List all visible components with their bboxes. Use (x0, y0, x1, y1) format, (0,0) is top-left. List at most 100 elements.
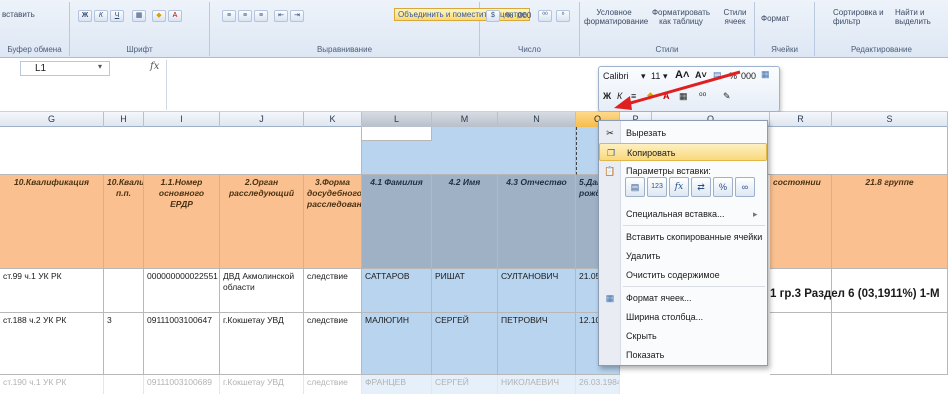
menu-item-insert-copied[interactable]: Вставить скопированные ячейки (599, 228, 767, 246)
table-cell[interactable]: ст.190 ч.1 УК РК (0, 375, 104, 394)
formula-input[interactable] (166, 60, 946, 110)
table-cell[interactable] (832, 269, 948, 313)
header-s[interactable]: 21.8 группе (832, 175, 948, 269)
paste-icon[interactable]: ▤ (625, 177, 645, 197)
table-cell[interactable]: 26.03.1984 (576, 375, 620, 394)
table-cell[interactable]: ДВД Акмолинской области (220, 269, 304, 313)
table-cell[interactable] (770, 269, 832, 313)
table-cell[interactable]: МАЛЮГИН (362, 313, 432, 375)
column-header-k[interactable]: K (304, 112, 362, 127)
table-cell[interactable]: СЕРГЕЙ (432, 313, 498, 375)
mini-bold-button[interactable]: Ж (603, 91, 611, 101)
table-cell[interactable] (832, 313, 948, 375)
table-cell[interactable]: следствие (304, 375, 362, 394)
decrease-indent-icon[interactable]: ⇤ (274, 10, 288, 22)
table-cell[interactable]: ПЕТРОВИЧ (498, 313, 576, 375)
table-cell[interactable] (104, 375, 144, 394)
menu-item-label: Параметры вставки: (626, 166, 711, 176)
conditional-format-button[interactable]: Условное форматирование (584, 8, 648, 26)
table-cell[interactable]: 09111003100647 (144, 313, 220, 375)
menu-item-delete[interactable]: Удалить (599, 247, 767, 265)
underline-button[interactable]: Ч (110, 10, 124, 22)
transpose-icon[interactable]: ⇄ (691, 177, 711, 197)
thousands-button[interactable]: 000 (518, 11, 531, 20)
table-cell[interactable]: СЕРГЕЙ (432, 375, 498, 394)
table-cell[interactable] (104, 269, 144, 313)
table-cell[interactable]: следствие (304, 313, 362, 375)
column-header-m[interactable]: M (432, 112, 498, 127)
table-cell[interactable]: ст.188 ч.2 УК РК (0, 313, 104, 375)
header-l[interactable]: 4.1 Фамилия (362, 175, 432, 269)
table-cell[interactable]: ст.99 ч.1 УК РК (0, 269, 104, 313)
increase-decimal-icon[interactable]: ⁰⁰ (538, 10, 552, 22)
column-header-s[interactable]: S (832, 112, 948, 127)
fill-color-icon[interactable]: ◆ (152, 10, 166, 22)
decrease-decimal-icon[interactable]: ⁰ (556, 10, 570, 22)
name-box[interactable]: L1 (20, 61, 110, 76)
align-left-icon[interactable]: ≡ (222, 10, 236, 22)
header-j[interactable]: 2.Орган расследующий (220, 175, 304, 269)
cell-l1[interactable] (362, 127, 432, 141)
percent-button[interactable]: % (506, 11, 513, 20)
column-header-i[interactable]: I (144, 112, 220, 127)
mini-table-icon[interactable]: ▦ (761, 69, 770, 80)
menu-item-format-cells[interactable]: ▦ Формат ячеек... (599, 289, 767, 307)
increase-indent-icon[interactable]: ⇥ (290, 10, 304, 22)
sort-filter-button[interactable]: Сортировка и фильтр (833, 8, 889, 26)
header-h[interactable]: 10.Квалификация п.п. (104, 175, 144, 269)
menu-item-cut[interactable]: ✂ Вырезать (599, 124, 767, 142)
align-right-icon[interactable]: ≡ (254, 10, 268, 22)
editing-group-title: Редактирование (851, 45, 912, 54)
menu-item-paste-special[interactable]: Специальная вставка... ▸ (599, 205, 767, 223)
column-header-h[interactable]: H (104, 112, 144, 127)
header-i[interactable]: 1.1.Номер основного ЕРДР (144, 175, 220, 269)
find-select-button[interactable]: Найти и выделить (895, 8, 947, 26)
table-cell[interactable]: 09111003100689 (144, 375, 220, 394)
column-header-n[interactable]: N (498, 112, 576, 127)
link-icon[interactable]: ∞ (735, 177, 755, 197)
formatting-percent-icon[interactable]: % (713, 177, 733, 197)
merged-cell-top[interactable] (0, 127, 362, 175)
column-header-r[interactable]: R (770, 112, 832, 127)
mini-thousands-button[interactable]: 000 (741, 71, 756, 81)
header-g[interactable]: 10.Квалификация (0, 175, 104, 269)
font-color-icon[interactable]: A (168, 10, 182, 22)
table-cell[interactable]: НИКОЛАЕВИЧ (498, 375, 576, 394)
menu-item-show[interactable]: Показать (599, 346, 767, 364)
column-header-g[interactable]: G (0, 112, 104, 127)
table-cell[interactable]: САТТАРОВ (362, 269, 432, 313)
column-header-l[interactable]: L (362, 112, 432, 127)
insert-function-icon[interactable]: fx (150, 61, 159, 72)
bold-button[interactable]: Ж (78, 10, 92, 22)
borders-icon[interactable]: ▦ (132, 10, 146, 22)
column-header-j[interactable]: J (220, 112, 304, 127)
italic-button[interactable]: К (94, 10, 108, 22)
table-cell[interactable]: 3 (104, 313, 144, 375)
header-m[interactable]: 4.2 Имя (432, 175, 498, 269)
insert-label[interactable]: вставить (2, 10, 35, 19)
values-123-icon[interactable]: 123 (647, 177, 667, 197)
table-cell[interactable] (770, 313, 832, 375)
table-cell[interactable]: г.Кокшетау УВД (220, 313, 304, 375)
table-cell[interactable]: СУЛТАНОВИЧ (498, 269, 576, 313)
menu-item-column-width[interactable]: Ширина столбца... (599, 308, 767, 326)
format-button[interactable]: Формат (761, 14, 789, 23)
header-k[interactable]: 3.Форма досудебного расследования (304, 175, 362, 269)
chevron-down-icon[interactable]: ▾ (98, 62, 102, 71)
table-cell[interactable]: следствие (304, 269, 362, 313)
cell-styles-button[interactable]: Стили ячеек (718, 8, 752, 26)
formula-fx-icon[interactable]: fx (669, 177, 689, 197)
table-cell[interactable]: 000000000022551 (144, 269, 220, 313)
menu-item-hide[interactable]: Скрыть (599, 327, 767, 345)
table-cell[interactable]: г.Кокшетау УВД (220, 375, 304, 394)
table-cell[interactable]: РИШАТ (432, 269, 498, 313)
table-cell[interactable]: ФРАНЦЕВ (362, 375, 432, 394)
header-n[interactable]: 4.3 Отчество (498, 175, 576, 269)
menu-item-clear[interactable]: Очистить содержимое (599, 266, 767, 284)
align-center-icon[interactable]: ≡ (238, 10, 252, 22)
menu-item-copy[interactable]: ❐ Копировать (599, 143, 767, 161)
header-r[interactable]: состоянии (770, 175, 832, 269)
format-as-table-button[interactable]: Форматировать как таблицу (646, 8, 716, 26)
number-group: $ % 000 ⁰⁰ ⁰ Число (480, 2, 580, 56)
currency-icon[interactable]: $ (486, 10, 500, 22)
